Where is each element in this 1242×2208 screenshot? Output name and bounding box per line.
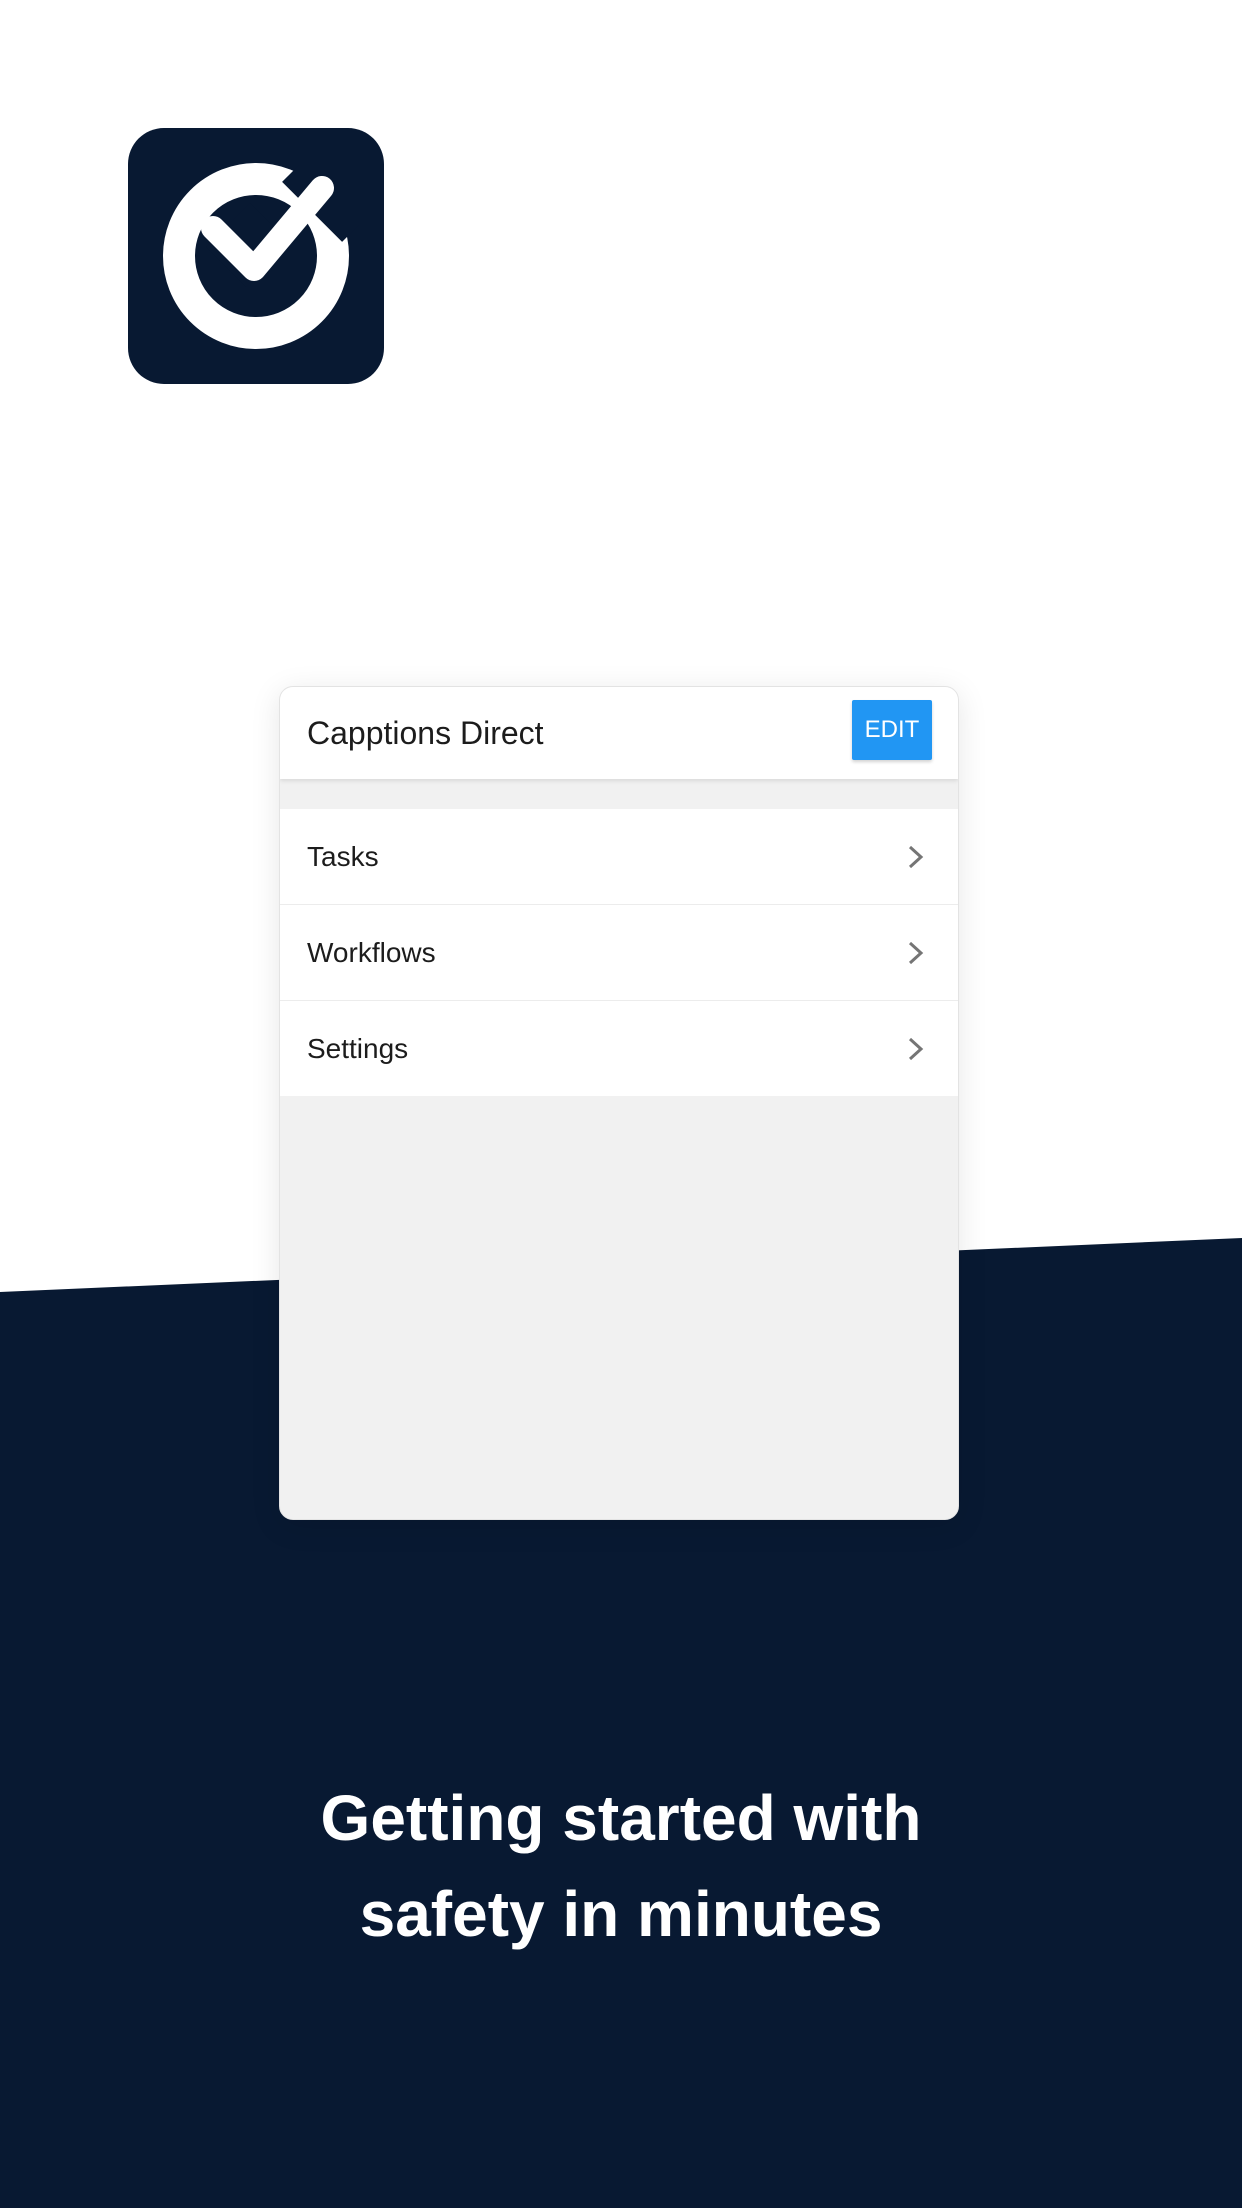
headline-line-2: safety in minutes: [359, 1878, 883, 1950]
app-logo: [128, 128, 384, 384]
menu-item-label: Settings: [307, 1033, 409, 1064]
check-circle-icon: [163, 162, 362, 349]
menu-list: Tasks Workflows Settings: [280, 809, 958, 1096]
menu-item-workflows[interactable]: Workflows: [280, 905, 958, 1001]
app-screen-preview: Capptions Direct EDIT Tasks Workflows Se…: [279, 686, 959, 1520]
menu-item-settings[interactable]: Settings: [280, 1001, 958, 1096]
menu-item-tasks[interactable]: Tasks: [280, 809, 958, 905]
headline-line-1: Getting started with: [320, 1782, 922, 1854]
menu-item-label: Tasks: [307, 841, 379, 872]
app-header: Capptions Direct EDIT: [280, 687, 958, 779]
chevron-right-icon: [906, 1036, 926, 1062]
menu-item-label: Workflows: [307, 937, 436, 968]
app-title: Capptions Direct: [307, 715, 544, 751]
chevron-right-icon: [906, 940, 926, 966]
edit-button[interactable]: EDIT: [852, 700, 932, 760]
chevron-right-icon: [906, 844, 926, 870]
headline: Getting started with safety in minutes: [0, 1770, 1242, 1962]
